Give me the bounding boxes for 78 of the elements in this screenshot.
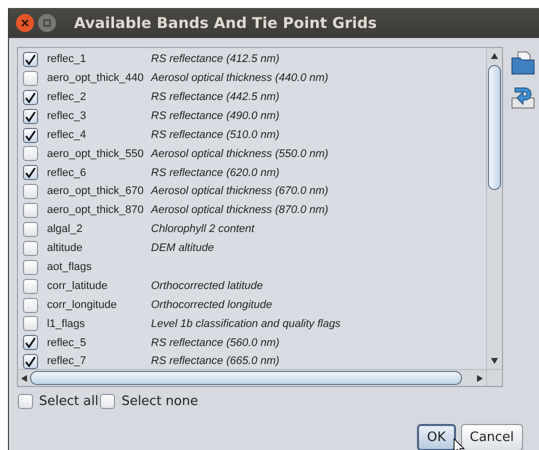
band-checkbox[interactable] [23,335,38,350]
band-name: altitude [47,241,84,256]
save-icon[interactable] [511,85,535,109]
select-checkbox[interactable] [100,394,116,410]
band-checkbox[interactable] [23,128,38,142]
band-name: aero_opt_thick_870 [47,203,145,218]
check-icon [25,356,36,368]
band-name: reflec_1 [47,52,88,68]
scroll-left-icon[interactable] [21,375,27,382]
band-name: reflec_5 [47,336,88,351]
dialog-button[interactable]: OK [417,424,456,450]
band-description: Aerosol optical thickness (550.0 nm) [151,146,328,162]
band-description: DEM altitude [151,241,214,256]
band-name: reflec_4 [47,128,88,143]
band-description: RS reflectance (560.0 nm) [151,336,280,351]
check-icon [25,167,36,178]
scroll-down-icon[interactable] [491,358,498,364]
band-checkbox[interactable] [23,108,38,124]
band-checkbox[interactable] [23,52,38,67]
band-checkbox[interactable] [23,165,38,180]
scroll-up-icon[interactable] [491,53,498,59]
band-description: RS reflectance (620.0 nm) [151,166,280,181]
band-description: RS reflectance (510.0 nm) [151,128,280,143]
band-name: reflec_7 [47,354,88,369]
window-title: Available Bands And Tie Point Grids [74,12,377,34]
scrollbar-thumb[interactable] [488,65,501,190]
band-name: aero_opt_thick_550 [47,146,145,162]
band-checkbox[interactable] [23,184,38,200]
band-checkbox[interactable] [23,70,38,86]
check-icon [25,92,36,103]
band-description: Orthocorrected latitude [151,278,263,294]
band-description: Aerosol optical thickness (870.0 nm) [151,203,328,218]
band-checkbox[interactable] [23,222,38,237]
band-description: Aerosol optical thickness (670.0 nm) [151,184,328,200]
band-checkbox[interactable] [23,146,38,162]
check-icon [25,110,36,122]
band-checkbox[interactable] [23,90,38,105]
band-name: reflec_3 [47,108,88,124]
band-checkbox[interactable] [23,240,38,256]
band-description: Chlorophyll 2 content [151,222,254,238]
band-description: Level 1b classification and quality flags [151,316,341,332]
band-name: reflec_6 [47,166,88,181]
close-icon[interactable] [21,19,29,27]
band-name: aero_opt_thick_440 [47,71,145,86]
band-checkbox[interactable] [23,316,38,332]
band-checkbox[interactable] [23,203,38,218]
band-name: reflec_2 [47,90,88,105]
open-folder-icon[interactable] [511,51,535,75]
select-checkbox[interactable] [18,394,33,410]
maximize-button[interactable] [38,14,56,32]
band-name: algal_2 [47,222,84,238]
checkbox-label[interactable]: Select none [121,392,198,412]
band-checkbox[interactable] [23,260,38,275]
band-checkbox[interactable] [23,354,38,369]
horizontal-scrollbar[interactable] [18,369,486,386]
band-name: aot_flags [47,260,93,275]
close-button[interactable] [16,14,34,32]
band-name: aero_opt_thick_670 [47,184,145,200]
band-description: RS reflectance (442.5 nm) [151,90,280,105]
band-description: Orthocorrected longitude [151,298,272,313]
band-description: RS reflectance (412.5 nm) [151,52,280,68]
band-description: RS reflectance (490.0 nm) [151,108,280,124]
band-checkbox[interactable] [23,278,38,294]
check-icon [25,54,36,65]
vertical-scrollbar[interactable] [486,48,502,369]
band-description: RS reflectance (665.0 nm) [151,354,280,369]
check-icon [25,130,36,140]
checkbox-label[interactable]: Select all [39,392,98,412]
band-name: corr_latitude [47,278,109,294]
band-name: corr_longitude [47,298,118,313]
scroll-right-icon[interactable] [477,375,483,382]
check-icon [25,337,36,348]
band-name: l1_flags [47,316,86,332]
band-checkbox[interactable] [23,298,38,313]
maximize-icon[interactable] [43,19,51,27]
scrollbar-thumb[interactable] [30,371,462,385]
dialog-button[interactable]: Cancel [460,424,523,450]
band-description: Aerosol optical thickness (440.0 nm) [151,71,328,86]
